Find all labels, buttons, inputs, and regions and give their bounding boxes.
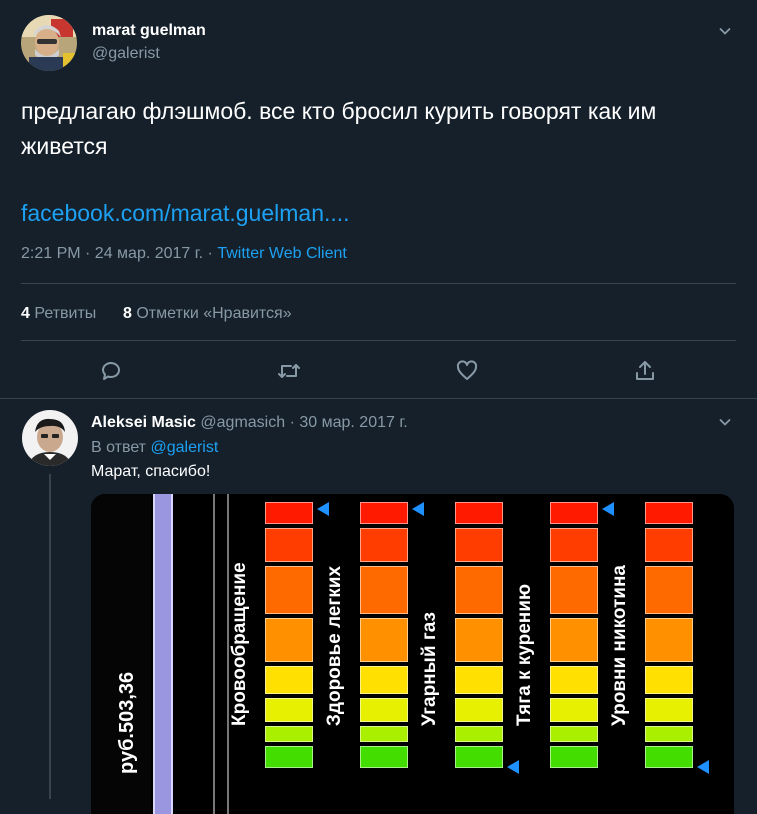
meter-segment (455, 746, 503, 768)
meter-segment (550, 746, 598, 768)
meter-label: Здоровье легких (324, 565, 345, 726)
in-reply-handle[interactable]: @galerist (150, 439, 218, 456)
meter-segment (265, 746, 313, 768)
meter-segment (360, 698, 408, 722)
retweets-label: Ретвиты (34, 305, 97, 322)
reply-date[interactable]: 30 мар. 2017 г. (299, 414, 407, 431)
meter-marker-icon (602, 502, 614, 516)
money-label: руб.503,36 (116, 671, 138, 774)
tweet-source[interactable]: Twitter Web Client (217, 245, 347, 262)
meter-segment (360, 746, 408, 768)
meter-segment (360, 618, 408, 662)
divider (21, 283, 736, 284)
meter-segment (645, 726, 693, 742)
likes-count: 8 (123, 305, 132, 322)
thread-line (49, 474, 51, 799)
like-icon[interactable] (453, 357, 481, 385)
meter-marker-icon (317, 502, 329, 516)
reply-text: Марат, спасибо! (91, 463, 211, 480)
meter-label: Кровообращение (229, 562, 250, 726)
meter-segment (645, 618, 693, 662)
meter-segment (455, 698, 503, 722)
reply-separator: · (289, 414, 295, 431)
meter-segment (455, 502, 503, 524)
meter-segment (265, 618, 313, 662)
reply-display-name[interactable]: Aleksei Masic (91, 414, 196, 431)
author-avatar[interactable] (21, 15, 77, 71)
meter-segment (265, 566, 313, 614)
meter-segment (455, 528, 503, 562)
reply-media-image[interactable]: руб.503,36 Кровообращение Здоровье легких… (91, 494, 734, 814)
meter-segment (455, 726, 503, 742)
reply-handle[interactable]: @agmasich (200, 414, 285, 431)
meter-segment (265, 698, 313, 722)
in-reply-prefix: В ответ (91, 439, 147, 456)
meter-segment (455, 618, 503, 662)
meter-segment (360, 726, 408, 742)
meta-separator: · (203, 245, 218, 262)
retweets-count: 4 (21, 305, 30, 322)
reply-header: Aleksei Masic @agmasich · 30 мар. 2017 г… (91, 414, 408, 432)
meter-segment (550, 618, 598, 662)
progress-strip (153, 494, 173, 814)
divider (0, 398, 757, 399)
meter-segment (455, 666, 503, 694)
meter-segment (360, 502, 408, 524)
likes-label: Отметки «Нравится» (136, 305, 292, 322)
meter-segment (360, 528, 408, 562)
meter-segment (550, 502, 598, 524)
meter-label: Тяга к курению (514, 583, 535, 726)
tweet-text: предлагаю флэшмоб. все кто бросил курить… (21, 98, 657, 159)
author-handle[interactable]: @galerist (92, 45, 160, 63)
meter-segment (265, 528, 313, 562)
chevron-down-icon[interactable] (718, 24, 732, 38)
meter-segment (360, 566, 408, 614)
meter-segment (265, 502, 313, 524)
meter-segment (645, 746, 693, 768)
meter-marker-icon (697, 760, 709, 774)
meter-marker-icon (507, 760, 519, 774)
chevron-down-icon[interactable] (718, 415, 732, 429)
reply-author-avatar[interactable] (22, 410, 78, 466)
retweets-stat[interactable]: 4 Ретвиты (21, 305, 96, 323)
reply-icon[interactable] (97, 357, 125, 385)
meter-segment (550, 726, 598, 742)
meter-label: Угарный газ (419, 612, 440, 726)
tweet-link[interactable]: facebook.com/marat.guelman.... (21, 198, 350, 228)
meter-segment (265, 666, 313, 694)
in-reply-to: В ответ @galerist (91, 439, 218, 457)
meter-segment (455, 566, 503, 614)
retweet-icon[interactable] (275, 357, 303, 385)
meter-label: Уровни никотина (609, 565, 630, 726)
meter-segment (550, 566, 598, 614)
meter-segment (645, 528, 693, 562)
meter-segment (645, 502, 693, 524)
meter-segment (550, 666, 598, 694)
panel-divider (213, 494, 215, 814)
likes-stat[interactable]: 8 Отметки «Нравится» (123, 305, 292, 323)
divider (21, 340, 736, 341)
meter-segment (360, 666, 408, 694)
meter-segment (265, 726, 313, 742)
meter-segment (645, 666, 693, 694)
tweet-meta: 2:21 PM · 24 мар. 2017 г. · Twitter Web … (21, 245, 347, 263)
meter-segment (550, 528, 598, 562)
meter-segment (645, 698, 693, 722)
author-display-name[interactable]: marat guelman (92, 22, 206, 40)
share-icon[interactable] (631, 357, 659, 385)
tweet-timestamp[interactable]: 2:21 PM · 24 мар. 2017 г. (21, 245, 203, 262)
meter-segment (645, 566, 693, 614)
meter-segment (550, 698, 598, 722)
meter-marker-icon (412, 502, 424, 516)
